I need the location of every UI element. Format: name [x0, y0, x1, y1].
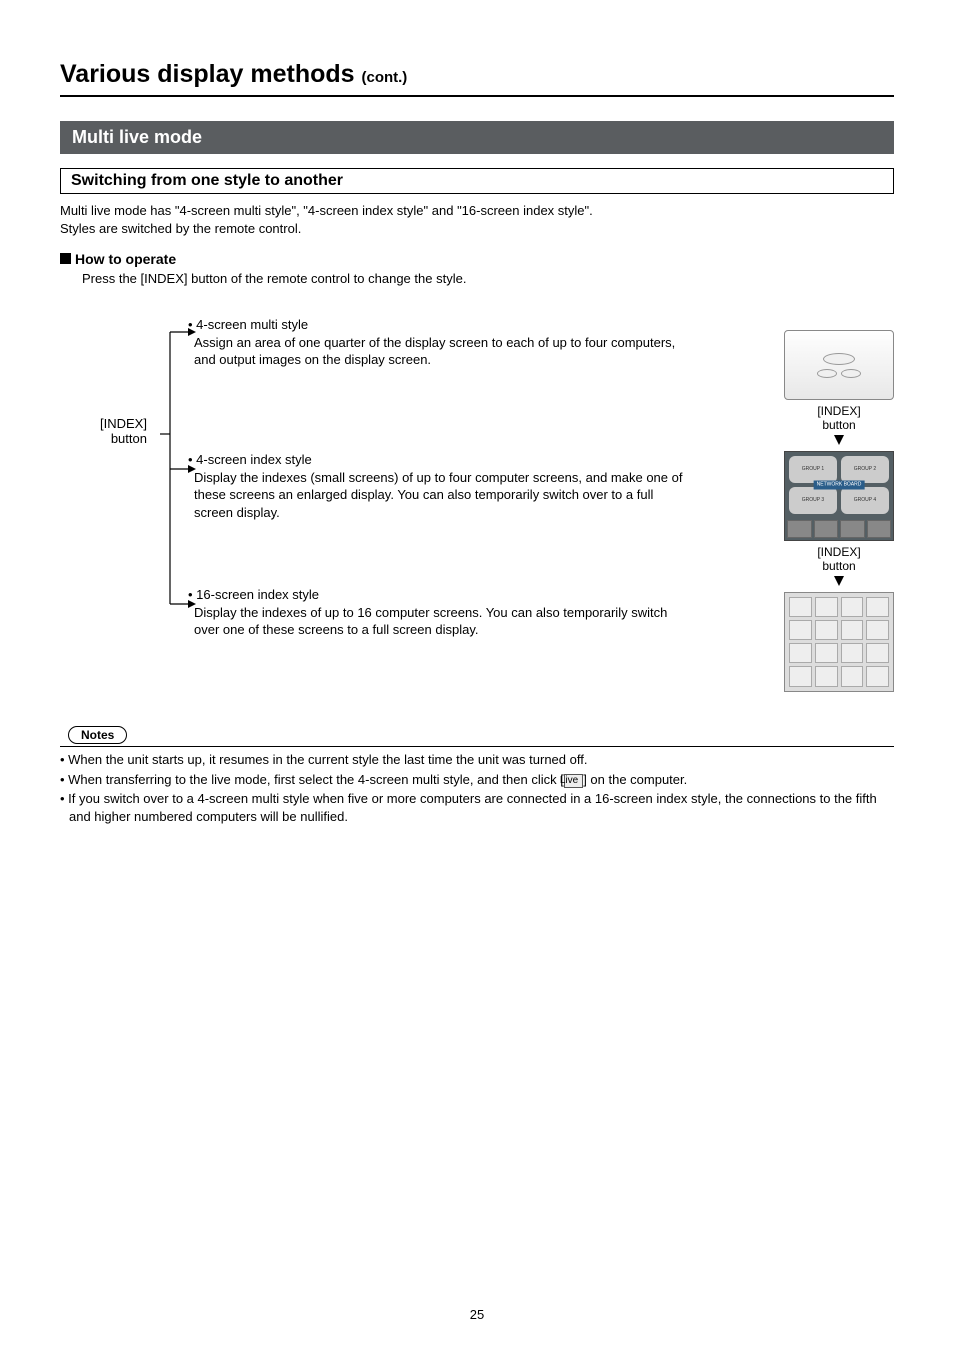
note-1-text: • When the unit starts up, it resumes in…	[60, 752, 587, 767]
page-title-text: Various display methods	[60, 60, 355, 88]
cell	[841, 597, 864, 617]
notes-label: Notes	[68, 726, 127, 744]
remote-device-image	[784, 330, 894, 400]
arrow-label-2-line2: button	[822, 559, 855, 573]
note-2-post: ] on the computer.	[583, 772, 687, 787]
cell	[866, 620, 889, 640]
cell	[815, 597, 838, 617]
index-button-source-label: [INDEX] button	[100, 416, 147, 446]
page-title: Various display methods (cont.)	[60, 60, 894, 97]
cell	[815, 666, 838, 686]
how-to-heading: How to operate	[60, 251, 894, 267]
square-bullet-icon	[60, 253, 71, 264]
cell	[789, 597, 812, 617]
page-title-cont: (cont.)	[361, 69, 407, 86]
thumb	[840, 520, 865, 538]
oval-button-small-icon	[841, 369, 861, 378]
arrow-down-icon	[834, 435, 844, 445]
cell	[841, 620, 864, 640]
cell	[815, 643, 838, 663]
arrow-label-2: [INDEX] button	[784, 545, 894, 574]
section-bar: Multi live mode	[60, 121, 894, 154]
style-desc-1: Assign an area of one quarter of the dis…	[194, 334, 688, 369]
style-16-index: • 16-screen index style Display the inde…	[188, 586, 688, 639]
group-3: GROUP 3	[789, 487, 837, 514]
note-2-pre: • When transferring to the live mode, fi…	[60, 772, 564, 787]
arrow-label-1: [INDEX] button	[784, 404, 894, 433]
how-to-label: How to operate	[75, 251, 176, 267]
arrow-label-1-line1: [INDEX]	[817, 404, 860, 418]
style-diagram: [INDEX] button • 4-screen multi style As…	[60, 316, 894, 716]
group-1: GROUP 1	[789, 456, 837, 483]
arrow-label-2-line1: [INDEX]	[817, 545, 860, 559]
cell	[866, 666, 889, 686]
cell	[866, 643, 889, 663]
intro-text: Multi live mode has "4-screen multi styl…	[60, 202, 894, 237]
four-screen-index-image: GROUP 1 GROUP 2 GROUP 3 GROUP 4 NETWORK …	[784, 451, 894, 541]
style-title-3: 16-screen index style	[196, 587, 319, 602]
cell	[789, 643, 812, 663]
arrow-down-icon	[834, 576, 844, 586]
cell	[789, 620, 812, 640]
cell	[866, 597, 889, 617]
intro-line-2: Styles are switched by the remote contro…	[60, 221, 301, 236]
network-board-label: NETWORK BOARD	[814, 480, 865, 489]
note-1: • When the unit starts up, it resumes in…	[60, 751, 894, 769]
cell	[815, 620, 838, 640]
style-4-multi: • 4-screen multi style Assign an area of…	[188, 316, 688, 369]
right-images-column: [INDEX] button GROUP 1 GROUP 2 GROUP 3 G…	[784, 330, 894, 692]
index-label-1: [INDEX]	[100, 416, 147, 431]
style-title-1: 4-screen multi style	[196, 317, 308, 332]
sixteen-screen-image	[784, 592, 894, 692]
how-to-text: Press the [INDEX] button of the remote c…	[82, 271, 894, 286]
style-title-2: 4-screen index style	[196, 452, 312, 467]
oval-button-icon	[823, 353, 855, 365]
four-groups-area: GROUP 1 GROUP 2 GROUP 3 GROUP 4 NETWORK …	[785, 452, 893, 518]
page-number: 25	[0, 1307, 954, 1322]
thumb	[787, 520, 812, 538]
cell	[841, 643, 864, 663]
intro-line-1: Multi live mode has "4-screen multi styl…	[60, 203, 593, 218]
thumb	[814, 520, 839, 538]
style-4-index: • 4-screen index style Display the index…	[188, 451, 688, 521]
arrow-label-1-line2: button	[822, 418, 855, 432]
index-label-2: button	[111, 431, 147, 446]
style-desc-2: Display the indexes (small screens) of u…	[194, 469, 688, 522]
note-3: • If you switch over to a 4-screen multi…	[60, 790, 894, 825]
group-2: GROUP 2	[841, 456, 889, 483]
oval-button-small-icon	[817, 369, 837, 378]
cell	[841, 666, 864, 686]
style-desc-3: Display the indexes of up to 16 computer…	[194, 604, 688, 639]
notes-rule	[60, 746, 894, 747]
cell	[789, 666, 812, 686]
subsection-bar: Switching from one style to another	[60, 168, 894, 194]
group-4: GROUP 4	[841, 487, 889, 514]
four-thumb-row	[785, 518, 893, 540]
thumb	[867, 520, 892, 538]
live-button-badge: Live	[564, 774, 583, 788]
note-2: • When transferring to the live mode, fi…	[60, 771, 894, 789]
note-3-text: • If you switch over to a 4-screen multi…	[60, 791, 877, 824]
